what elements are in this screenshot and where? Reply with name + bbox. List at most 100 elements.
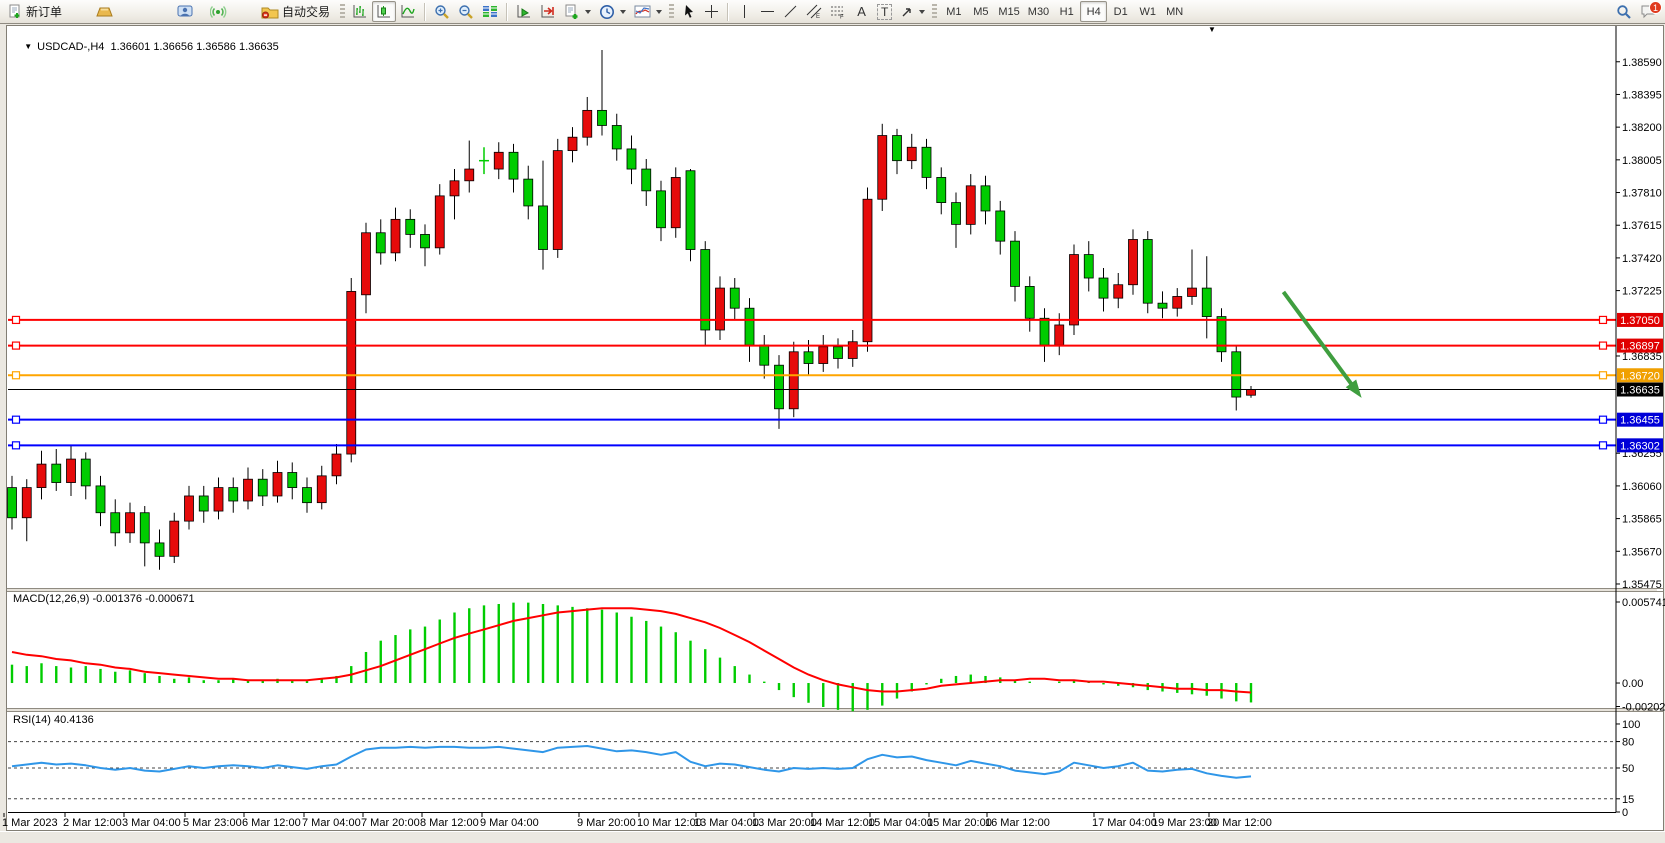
bear-candle (922, 147, 931, 177)
time-tick-label: 5 Mar 23:00 (183, 817, 242, 829)
bull-candle (583, 110, 592, 137)
line-handle[interactable] (13, 342, 20, 349)
price-tick-label: 1.37615 (1622, 220, 1662, 232)
line-handle[interactable] (13, 316, 20, 323)
bull-candle (435, 196, 444, 248)
rsi-tick-label: 15 (1622, 794, 1634, 806)
bear-candle (598, 110, 607, 125)
line-handle[interactable] (1600, 372, 1607, 379)
rsi-line (12, 746, 1251, 778)
bear-candle (1158, 303, 1167, 308)
bear-candle (657, 191, 666, 228)
price-tick-label: 1.38005 (1622, 155, 1662, 167)
price-badge-label: 1.37050 (1620, 315, 1660, 327)
time-tick-label: 9 Mar 20:00 (577, 817, 636, 829)
bull-candle (1173, 296, 1182, 308)
rsi-tick-label: 80 (1622, 737, 1634, 749)
bull-candle (1129, 239, 1138, 284)
time-tick-label: 17 Mar 04:00 (1092, 817, 1157, 829)
rsi-tick-label: 0 (1622, 807, 1628, 819)
price-tick-label: 1.38590 (1622, 57, 1662, 69)
time-tick-label: 13 Mar 20:00 (752, 817, 817, 829)
time-tick-label: 7 Mar 04:00 (302, 817, 361, 829)
time-tick-label: 1 Mar 2023 (2, 817, 58, 829)
bull-candle (214, 488, 223, 511)
bear-candle (1025, 286, 1034, 318)
bear-candle (1011, 241, 1020, 286)
bear-candle (303, 488, 312, 503)
bear-candle (775, 365, 784, 409)
chart-canvas: 1.385901.383951.382001.380051.378101.376… (0, 0, 1665, 843)
bear-candle (288, 472, 297, 487)
bull-candle (819, 347, 828, 364)
bull-candle (185, 496, 194, 521)
time-tick-label: 14 Mar 12:00 (810, 817, 875, 829)
time-tick-label: 20 Mar 12:00 (1207, 817, 1272, 829)
bull-candle (1114, 285, 1123, 298)
bear-candle (730, 288, 739, 308)
bull-candle (671, 177, 680, 227)
bear-candle (509, 152, 518, 179)
bear-candle (745, 308, 754, 345)
bear-candle (627, 149, 636, 169)
symbol-ohlc-header: ▼USDCAD-,H4 1.36601 1.36656 1.36586 1.36… (12, 29, 279, 65)
time-tick-label: 7 Mar 20:00 (361, 817, 420, 829)
bull-candle (848, 342, 857, 359)
time-tick-label: 9 Mar 04:00 (480, 817, 539, 829)
bear-candle (81, 459, 90, 486)
bull-candle (317, 476, 326, 503)
line-handle[interactable] (1600, 342, 1607, 349)
bull-candle (170, 521, 179, 556)
bull-candle (465, 169, 474, 181)
bear-candle (376, 233, 385, 253)
time-tick-label: 10 Mar 12:00 (637, 817, 702, 829)
bull-candle (1055, 325, 1064, 345)
trend-arrow-object[interactable] (1283, 292, 1353, 387)
bear-candle (612, 125, 621, 148)
time-tick-label: 15 Mar 04:00 (868, 817, 933, 829)
bull-candle (391, 219, 400, 253)
time-tick-label: 3 Mar 04:00 (122, 817, 181, 829)
bear-candle (996, 211, 1005, 241)
rsi-indicator-label: RSI(14) 40.4136 (13, 714, 94, 726)
bear-candle (140, 513, 149, 543)
line-handle[interactable] (13, 372, 20, 379)
line-handle[interactable] (13, 442, 20, 449)
bear-candle (642, 169, 651, 191)
price-badge-label: 1.36720 (1620, 370, 1660, 382)
bear-candle (760, 345, 769, 365)
bull-candle (878, 136, 887, 200)
rsi-tick-label: 50 (1622, 763, 1634, 775)
rsi-tick-label: 100 (1622, 719, 1640, 731)
bear-candle (96, 486, 105, 513)
line-handle[interactable] (13, 416, 20, 423)
bull-candle (332, 454, 341, 476)
bear-candle (524, 179, 533, 206)
bull-candle (67, 459, 76, 482)
bull-candle (347, 291, 356, 454)
bear-candle (229, 488, 238, 501)
line-handle[interactable] (1600, 416, 1607, 423)
price-tick-label: 1.36835 (1622, 351, 1662, 363)
bull-candle (37, 464, 46, 487)
collapse-triangle-icon[interactable]: ▼ (24, 42, 32, 51)
bull-candle (450, 181, 459, 196)
time-tick-label: 8 Mar 12:00 (420, 817, 479, 829)
bear-candle (1099, 278, 1108, 298)
time-tick-label: 6 Mar 12:00 (242, 817, 301, 829)
bear-candle (952, 203, 961, 225)
line-handle[interactable] (1600, 316, 1607, 323)
bull-candle (1188, 288, 1197, 296)
bear-candle (1202, 288, 1211, 316)
bull-candle (494, 152, 503, 169)
line-handle[interactable] (1600, 442, 1607, 449)
time-tick-label: 2 Mar 12:00 (63, 817, 122, 829)
price-tick-label: 1.35475 (1622, 579, 1662, 591)
bear-candle (52, 464, 61, 482)
bear-candle (539, 206, 548, 250)
bull-candle (273, 472, 282, 495)
time-tick-label: 13 Mar 04:00 (694, 817, 759, 829)
pane-collapse-arrow-icon[interactable]: ▼ (1208, 25, 1216, 34)
bear-candle (111, 513, 120, 533)
price-tick-label: 1.36060 (1622, 481, 1662, 493)
